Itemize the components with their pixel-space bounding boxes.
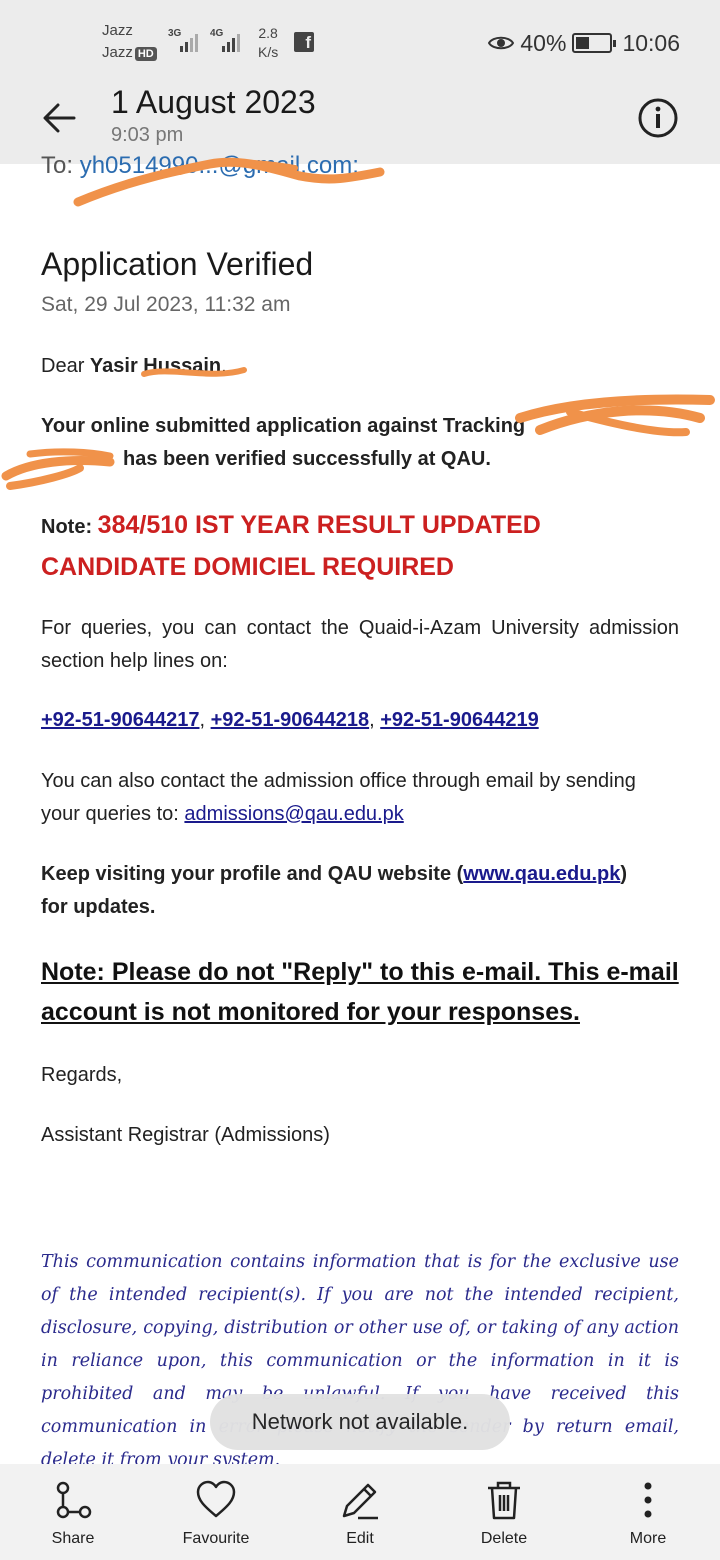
to-label: To: xyxy=(41,152,74,179)
phone-link-2[interactable]: +92-51-90644218 xyxy=(211,709,369,731)
keep-visiting-end: for updates. xyxy=(41,896,156,918)
phone-separator: , xyxy=(199,709,211,731)
edit-button[interactable]: Edit xyxy=(305,1478,415,1548)
hd-badge: HD xyxy=(134,47,157,61)
email-sent-date: Sat, 29 Jul 2023, 11:32 am xyxy=(41,293,291,316)
back-button[interactable] xyxy=(36,94,84,142)
info-button[interactable] xyxy=(636,96,680,140)
bottom-action-bar: Share Favourite Edit Delete More xyxy=(0,1464,720,1560)
phone-link-3[interactable]: +92-51-90644219 xyxy=(380,709,538,731)
speed-value: 2.8 xyxy=(258,25,278,41)
tracking-redaction-icon xyxy=(515,394,715,437)
signal-4g-icon: 4G xyxy=(210,28,250,54)
facebook-icon: f xyxy=(294,32,314,52)
header-title: 1 August 2023 xyxy=(111,84,316,120)
greeting-prefix: Dear xyxy=(41,355,85,377)
tracking-redaction-2-icon xyxy=(1,448,115,490)
carrier-1: Jazz xyxy=(102,22,133,39)
greeting: Dear Yasir Hussain, xyxy=(41,350,679,383)
keep-visiting-suffix: ) xyxy=(620,863,628,885)
phone-separator: , xyxy=(369,709,381,731)
signal-3g-icon: 3G xyxy=(168,28,204,54)
header-subtitle: 9:03 pm xyxy=(111,124,184,146)
heart-icon xyxy=(196,1480,236,1518)
eye-icon xyxy=(488,36,515,50)
toast-message: Network not available. xyxy=(210,1394,510,1450)
clock: 10:06 xyxy=(622,29,680,56)
note-block: Note: 384/510 IST YEAR RESULT UPDATED CA… xyxy=(41,505,679,587)
email-subject: Application Verified xyxy=(41,246,314,282)
phone-link-1[interactable]: +92-51-90644217 xyxy=(41,709,199,731)
no-reply-note: Note: Please do not "Reply" to this e-ma… xyxy=(41,958,679,1026)
admissions-email-link[interactable]: admissions@qau.edu.pk xyxy=(184,803,403,825)
network-speed: 2.8 K/s xyxy=(258,24,278,62)
note-text-1: 384/510 IST YEAR RESULT UPDATED xyxy=(97,511,541,539)
battery-icon xyxy=(572,33,617,53)
email-contact-paragraph: You can also contact the admission offic… xyxy=(41,765,679,831)
info-icon xyxy=(638,98,678,138)
more-label: More xyxy=(629,1530,667,1547)
favourite-label: Favourite xyxy=(182,1530,250,1547)
note-text-2: CANDIDATE DOMICIEL REQUIRED xyxy=(41,553,454,581)
right-status: 40% 10:06 xyxy=(488,28,680,58)
battery-percent: 40% xyxy=(520,29,567,56)
queries-text: For queries, you can contact the Quaid-i… xyxy=(41,617,679,672)
back-arrow-icon xyxy=(43,103,76,133)
name-redaction-icon xyxy=(141,367,247,377)
speed-unit: K/s xyxy=(258,44,279,60)
edit-label: Edit xyxy=(346,1530,374,1547)
keep-visiting-paragraph: Keep visiting your profile and QAU websi… xyxy=(41,858,679,924)
share-label: Share xyxy=(51,1530,95,1547)
note-label: Note: xyxy=(41,516,93,538)
favourite-button[interactable]: Favourite xyxy=(161,1478,271,1548)
more-vertical-icon xyxy=(644,1482,652,1518)
delete-label: Delete xyxy=(480,1530,528,1547)
keep-visiting-prefix: Keep visiting your profile and QAU websi… xyxy=(41,863,464,885)
delete-button[interactable]: Delete xyxy=(449,1478,559,1548)
redaction-scribble-icon xyxy=(73,157,385,207)
more-button[interactable]: More xyxy=(593,1478,703,1548)
pencil-icon xyxy=(342,1483,378,1520)
share-icon xyxy=(56,1481,92,1519)
carrier-2-row: Jazz HD xyxy=(102,42,157,64)
signature: Assistant Registrar (Admissions) xyxy=(41,1124,330,1146)
carrier-info: Jazz Jazz HD xyxy=(102,20,157,64)
website-link[interactable]: www.qau.edu.pk xyxy=(463,863,620,885)
share-button[interactable]: Share xyxy=(18,1478,128,1548)
regards: Regards, xyxy=(41,1064,123,1086)
phone-lines: +92-51-90644217, +92-51-90644218, +92-51… xyxy=(41,704,679,737)
carrier-2: Jazz xyxy=(102,44,133,61)
trash-icon xyxy=(488,1481,520,1520)
verified-line-2: has been verified successfully at QAU. xyxy=(123,448,491,470)
status-bar: Jazz Jazz HD 3G 4G 2.8 K/s f 40% 10:06 xyxy=(0,0,720,76)
